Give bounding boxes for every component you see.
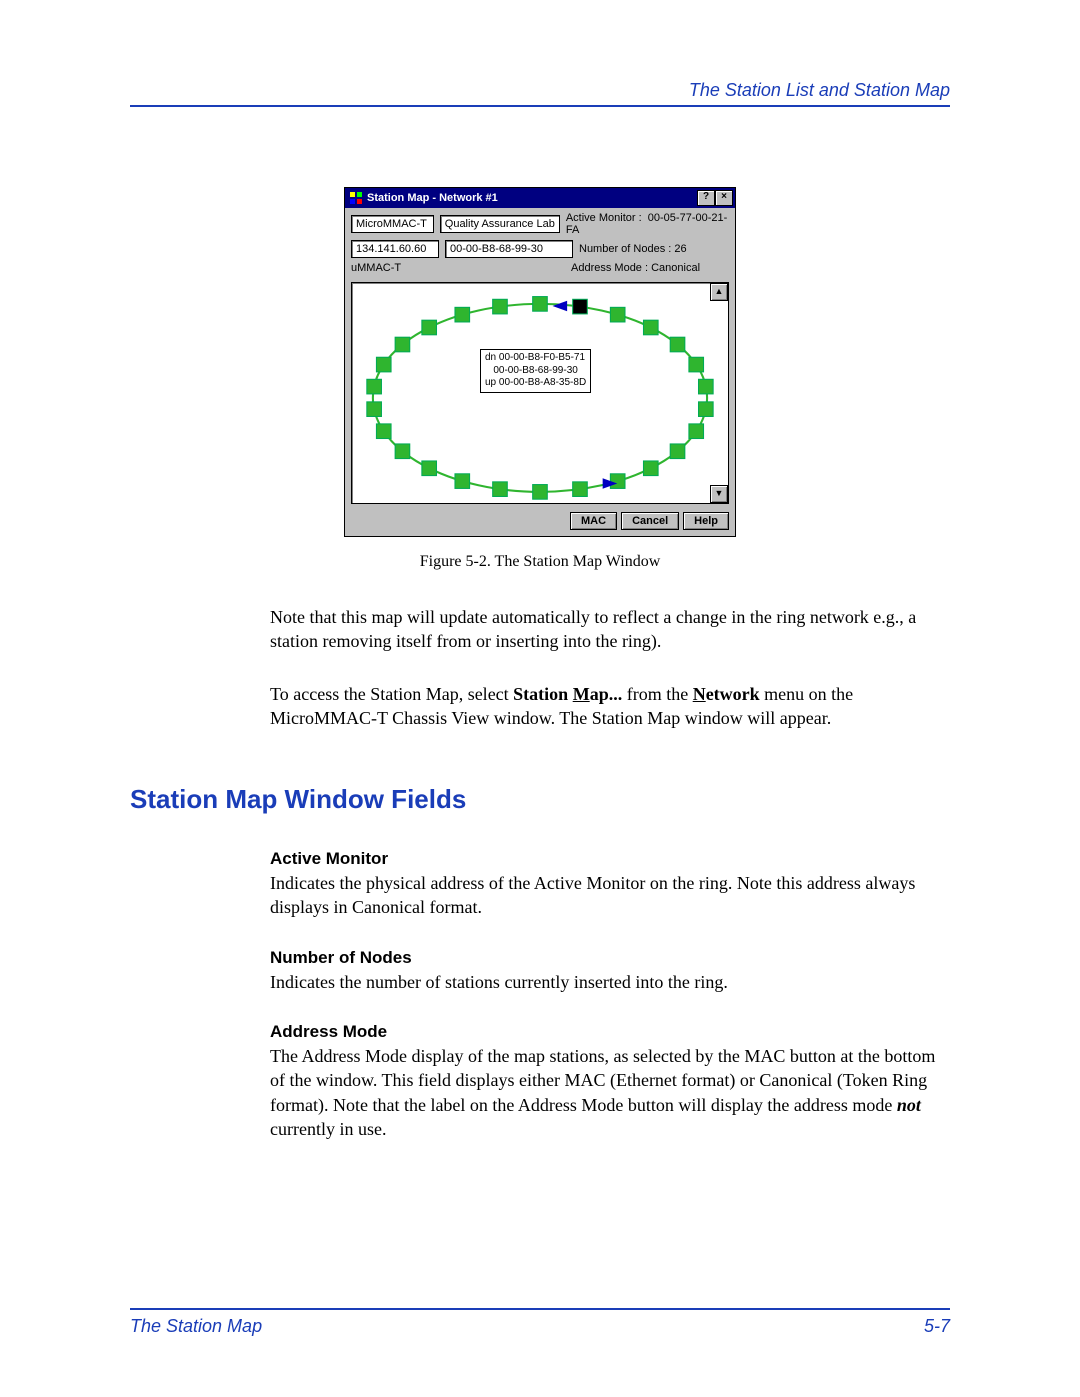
ring-node[interactable] bbox=[670, 444, 685, 459]
field-text-active-monitor: Indicates the physical address of the Ac… bbox=[270, 871, 950, 920]
section-heading: Station Map Window Fields bbox=[130, 784, 950, 815]
model-label: uMMAC-T bbox=[351, 262, 435, 274]
ring-node[interactable] bbox=[376, 357, 391, 372]
ring-node[interactable] bbox=[533, 485, 548, 500]
ring-svg bbox=[352, 283, 728, 504]
ring-node[interactable] bbox=[422, 320, 437, 335]
ring-node[interactable] bbox=[395, 337, 410, 352]
address-mode-label: Address Mode : Canonical bbox=[571, 262, 700, 274]
ring-node[interactable] bbox=[643, 461, 658, 476]
ring-node[interactable] bbox=[367, 402, 382, 417]
field-text-addr-mode: The Address Mode display of the map stat… bbox=[270, 1044, 950, 1141]
ring-node[interactable] bbox=[689, 424, 704, 439]
ring-node[interactable] bbox=[493, 482, 508, 497]
footer-right: 5-7 bbox=[924, 1316, 950, 1337]
scroll-down-button[interactable]: ▼ bbox=[710, 485, 728, 503]
active-monitor-label: Active Monitor : 00-05-77-00-21-FA bbox=[566, 212, 729, 236]
field-text-num-nodes: Indicates the number of stations current… bbox=[270, 970, 950, 994]
field-heading-active-monitor: Active Monitor bbox=[270, 849, 950, 869]
close-button[interactable]: × bbox=[715, 190, 733, 206]
node-count-label: Number of Nodes : 26 bbox=[579, 243, 687, 255]
paragraph-1: Note that this map will update automatic… bbox=[270, 605, 950, 654]
device-desc-field: Quality Assurance Lab bbox=[440, 215, 560, 233]
app-icon bbox=[349, 191, 363, 205]
ring-node[interactable] bbox=[573, 482, 588, 497]
page-footer: The Station Map 5-7 bbox=[130, 1308, 950, 1337]
paragraph-2: To access the Station Map, select Statio… bbox=[270, 682, 950, 731]
ring-node[interactable] bbox=[670, 337, 685, 352]
ring-node[interactable] bbox=[533, 297, 548, 312]
ring-node[interactable] bbox=[689, 357, 704, 372]
ring-node[interactable] bbox=[376, 424, 391, 439]
ring-node[interactable] bbox=[493, 299, 508, 314]
footer-left: The Station Map bbox=[130, 1316, 262, 1337]
figure: Station Map - Network #1 ? × MicroMMAC-T… bbox=[130, 187, 950, 571]
field-heading-num-nodes: Number of Nodes bbox=[270, 948, 950, 968]
help-button[interactable]: ? bbox=[697, 190, 715, 206]
ring-node[interactable] bbox=[610, 307, 625, 322]
ring-node[interactable] bbox=[573, 299, 588, 314]
station-map-window: Station Map - Network #1 ? × MicroMMAC-T… bbox=[344, 187, 736, 537]
window-title: Station Map - Network #1 bbox=[367, 192, 697, 204]
help-button-bottom[interactable]: Help bbox=[683, 512, 729, 530]
cancel-button[interactable]: Cancel bbox=[621, 512, 679, 530]
ip-field: 134.141.60.60 bbox=[351, 240, 439, 258]
figure-caption: Figure 5-2. The Station Map Window bbox=[130, 553, 950, 571]
ring-node[interactable] bbox=[699, 402, 714, 417]
ring-node[interactable] bbox=[699, 379, 714, 394]
node-tooltip: dn 00-00-B8-F0-B5-71 00-00-B8-68-99-30 u… bbox=[480, 349, 591, 393]
ring-node[interactable] bbox=[395, 444, 410, 459]
page-header: The Station List and Station Map bbox=[130, 80, 950, 107]
ring-node[interactable] bbox=[422, 461, 437, 476]
titlebar[interactable]: Station Map - Network #1 ? × bbox=[345, 188, 735, 208]
mac-button[interactable]: MAC bbox=[570, 512, 617, 530]
ring-node[interactable] bbox=[367, 379, 382, 394]
ring-map[interactable]: dn 00-00-B8-F0-B5-71 00-00-B8-68-99-30 u… bbox=[351, 282, 729, 504]
ring-node[interactable] bbox=[610, 474, 625, 489]
scroll-up-button[interactable]: ▲ bbox=[710, 283, 728, 301]
ring-node[interactable] bbox=[455, 474, 470, 489]
ring-node[interactable] bbox=[455, 307, 470, 322]
ring-node[interactable] bbox=[643, 320, 658, 335]
device-name-field: MicroMMAC-T bbox=[351, 215, 434, 233]
mac-field: 00-00-B8-68-99-30 bbox=[445, 240, 573, 258]
field-heading-addr-mode: Address Mode bbox=[270, 1022, 950, 1042]
